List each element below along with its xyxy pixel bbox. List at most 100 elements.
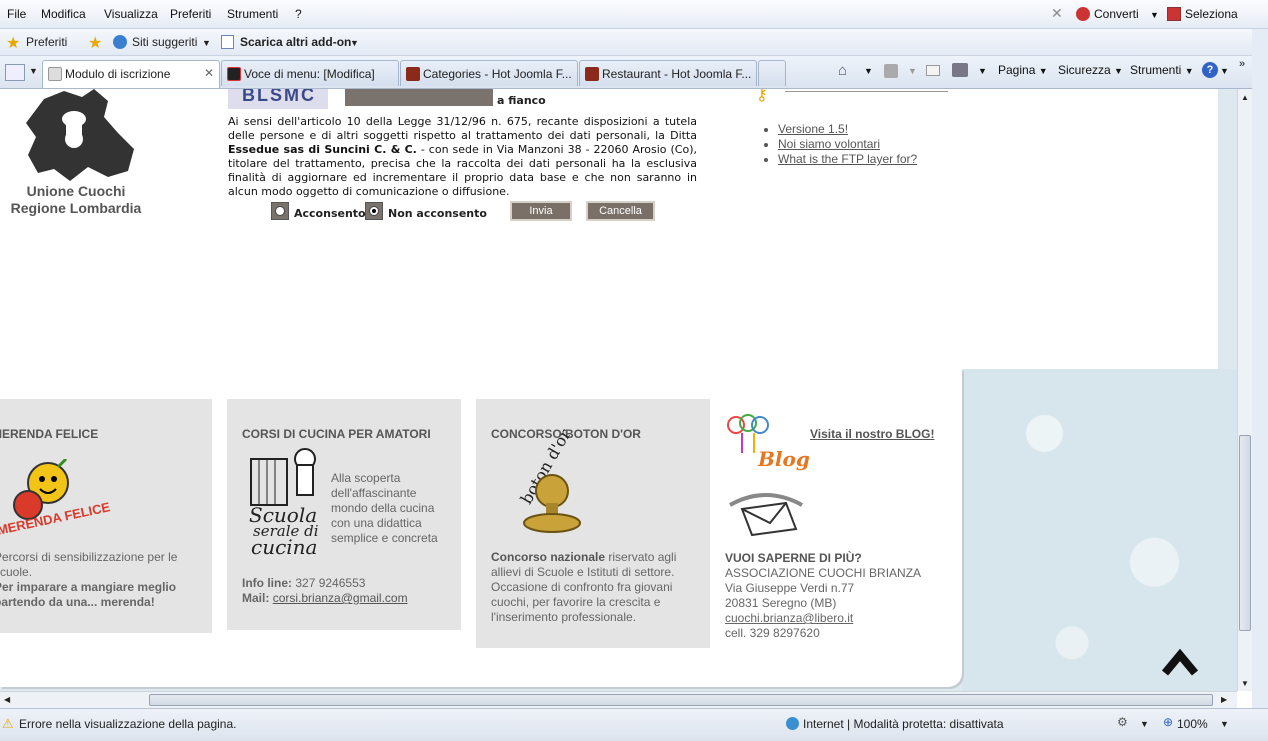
- consent-label: Acconsento: [294, 207, 366, 220]
- blog-logo-text: Blog: [758, 447, 810, 471]
- scroll-thumb[interactable]: [1239, 435, 1251, 631]
- page-viewport: Unione Cuochi Regione Lombardia BLSMC a …: [0, 89, 1237, 691]
- tab-label: Restaurant - Hot Joomla F...: [602, 67, 752, 81]
- globe-icon: [786, 717, 799, 730]
- divider: [785, 91, 948, 92]
- menu-edit[interactable]: Modifica: [41, 7, 86, 21]
- favorites-button[interactable]: Preferiti: [26, 35, 67, 49]
- privacy-company: Essedue sas di Suncini C. & C.: [228, 143, 417, 156]
- tools-menu-button[interactable]: Strumenti ▼: [1130, 63, 1194, 77]
- tab-restaurant[interactable]: Restaurant - Hot Joomla F...: [579, 60, 757, 86]
- submit-button[interactable]: Invia: [510, 201, 572, 221]
- convert-button[interactable]: Converti: [1094, 7, 1139, 21]
- tab-label: Categories - Hot Joomla F...: [423, 67, 572, 81]
- protected-mode-icon[interactable]: ⚙: [1117, 715, 1128, 729]
- security-zone[interactable]: Internet | Modalità protetta: disattivat…: [803, 717, 1004, 731]
- status-error-text[interactable]: Errore nella visualizzazione della pagin…: [19, 717, 236, 731]
- link-volunteers[interactable]: Noi siamo volontari: [778, 137, 880, 151]
- page-icon: [48, 67, 62, 81]
- logo-line1: Unione Cuochi: [26, 183, 126, 199]
- horizontal-scrollbar[interactable]: ◀ ▶: [0, 691, 1237, 708]
- blog-link[interactable]: Visita il nostro BLOG!: [810, 427, 934, 441]
- addons-button[interactable]: Scarica altri add-on: [240, 35, 351, 49]
- box-title: MERENDA FELICE: [0, 427, 99, 441]
- menu-favorites[interactable]: Preferiti: [170, 7, 211, 21]
- warning-icon[interactable]: ⚠: [2, 716, 14, 732]
- scuola-logo-line1: Scuola: [249, 503, 318, 527]
- chevron-down-icon[interactable]: ▼: [350, 38, 359, 48]
- joomla-icon: [227, 67, 241, 81]
- consent-radio[interactable]: [271, 202, 289, 220]
- menu-view[interactable]: Visualizza: [104, 7, 158, 21]
- menu-file[interactable]: File: [7, 7, 26, 21]
- help-icon[interactable]: ?: [1202, 62, 1218, 78]
- chevron-down-icon[interactable]: ▼: [29, 66, 38, 76]
- merenda-felice-logo: MERENDA FELICE: [0, 457, 111, 538]
- email-link[interactable]: cuochi.brianza@libero.it: [725, 611, 853, 626]
- link-ftp-layer[interactable]: What is the FTP layer for?: [778, 152, 917, 166]
- tab-voce-menu[interactable]: Voce di menu: [Modifica]: [221, 60, 399, 86]
- print-icon[interactable]: [952, 63, 968, 77]
- side-link-list: Versione 1.5! Noi siamo volontari What i…: [778, 122, 917, 167]
- chef-hat-books-icon: [247, 447, 327, 509]
- info-line: Info line: 327 9246553: [242, 576, 365, 591]
- captcha-input[interactable]: [345, 89, 493, 106]
- security-menu-button[interactable]: Sicurezza ▼: [1058, 63, 1123, 77]
- menu-tools[interactable]: Strumenti: [227, 7, 278, 21]
- key-icon: ⚷: [756, 89, 768, 104]
- boton-dor-logo: boton d'or: [504, 426, 584, 535]
- scroll-up-icon[interactable]: ▲: [1241, 93, 1249, 102]
- box-text-bold: Concorso nazionale: [491, 550, 606, 564]
- window-edge: [1252, 29, 1268, 741]
- chevron-down-icon[interactable]: ▼: [978, 66, 987, 76]
- add-favorite-icon[interactable]: ★: [88, 33, 102, 53]
- mail-link[interactable]: corsi.brianza@gmail.com: [273, 591, 408, 605]
- background-pattern: [962, 369, 1237, 691]
- home-icon[interactable]: ⌂: [838, 62, 847, 79]
- vertical-scrollbar[interactable]: ▲ ▼: [1237, 89, 1252, 691]
- ie-icon: [113, 35, 127, 49]
- chevron-down-icon[interactable]: ▼: [1220, 719, 1229, 729]
- close-toolbar-icon[interactable]: ✕: [1051, 5, 1063, 22]
- suggested-sites-button[interactable]: Siti suggeriti: [132, 35, 197, 49]
- quick-tabs-icon[interactable]: [5, 64, 25, 81]
- scroll-left-icon[interactable]: ◀: [4, 695, 10, 704]
- menu-bar: File Modifica Visualizza Preferiti Strum…: [0, 0, 1268, 29]
- info-label: Info line:: [242, 576, 292, 590]
- chevron-down-icon[interactable]: ▼: [202, 38, 211, 48]
- new-tab-button[interactable]: [758, 60, 786, 86]
- contact-title: VUOI SAPERNE DI PIÙ?: [725, 551, 862, 565]
- no-consent-radio[interactable]: [365, 202, 383, 220]
- select-icon: [1167, 7, 1181, 21]
- favorites-bar: ★ Preferiti ★ Siti suggeriti ▼ Scarica a…: [0, 29, 1268, 56]
- cancel-button[interactable]: Cancella: [586, 201, 655, 221]
- page-menu-button[interactable]: Pagina ▼: [998, 63, 1048, 77]
- zoom-icon: ⊕: [1163, 715, 1174, 729]
- zoom-level[interactable]: 100%: [1177, 717, 1208, 731]
- scroll-thumb[interactable]: [149, 694, 1213, 706]
- chevron-down-icon[interactable]: ▼: [864, 66, 873, 76]
- chevron-down-icon[interactable]: ▼: [1150, 10, 1159, 20]
- feeds-icon[interactable]: [884, 64, 898, 78]
- select-button[interactable]: Seleziona: [1185, 7, 1238, 21]
- hot-joomla-icon: [406, 67, 420, 81]
- mail-icon[interactable]: [926, 65, 940, 76]
- lombardia-map-logo: [24, 89, 136, 181]
- more-chevron-icon[interactable]: »: [1239, 58, 1245, 70]
- tab-modulo-iscrizione[interactable]: Modulo di iscrizione ✕: [42, 60, 220, 88]
- chevron-down-icon[interactable]: ▼: [908, 66, 917, 76]
- tab-categories[interactable]: Categories - Hot Joomla F...: [400, 60, 578, 86]
- back-to-top-icon[interactable]: [1161, 645, 1199, 679]
- logo-line2: Regione Lombardia: [10, 200, 142, 216]
- box-text: Percorsi di sensibilizzazione per le scu…: [0, 550, 178, 579]
- chevron-down-icon[interactable]: ▼: [1220, 66, 1229, 76]
- scroll-right-icon[interactable]: ▶: [1221, 695, 1227, 704]
- scroll-down-icon[interactable]: ▼: [1241, 679, 1249, 688]
- list-item: Versione 1.5!: [778, 122, 917, 136]
- chevron-down-icon[interactable]: ▼: [1140, 719, 1149, 729]
- close-tab-icon[interactable]: ✕: [204, 66, 214, 80]
- security-menu-label: Sicurezza: [1058, 63, 1111, 77]
- scuola-logo: Scuola serale di cucina: [249, 503, 319, 557]
- link-version[interactable]: Versione 1.5!: [778, 122, 848, 136]
- menu-help[interactable]: ?: [295, 7, 302, 21]
